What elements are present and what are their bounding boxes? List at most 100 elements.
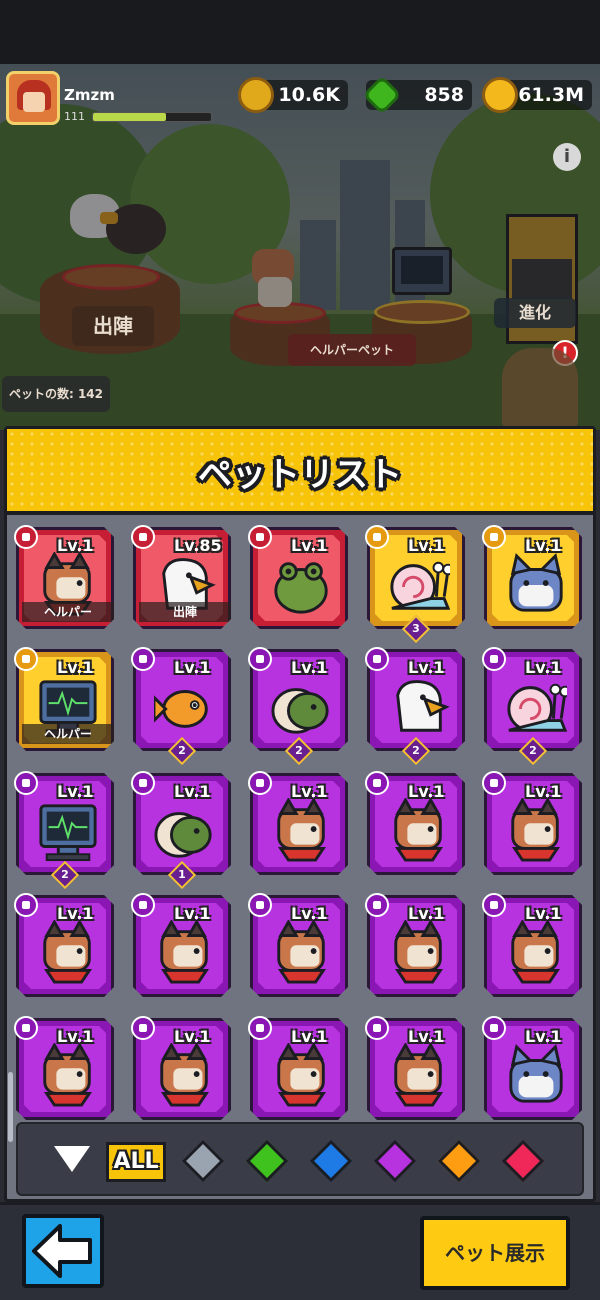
helper-pet-button[interactable]: ヘルパーペット [288,334,416,366]
merchant-character[interactable] [502,348,578,428]
pet-level: Lv.1 [291,658,328,677]
pet-level: Lv.1 [408,536,445,555]
pet-level: Lv.1 [57,658,94,677]
monitor-pet-icon [39,804,97,862]
pet-display-button[interactable]: ペット展示 [420,1216,570,1290]
pet-type-badge-icon [482,525,506,549]
pet-level: Lv.1 [174,1027,211,1046]
pet-status-tag: 出陣 [139,602,231,622]
dog-pet-icon [511,798,561,862]
pet-level: Lv.1 [408,904,445,923]
pet-level: Lv.85 [174,536,222,555]
filter-all-button[interactable]: ALL [106,1142,166,1182]
coin-counter[interactable]: 61.3M [482,77,592,113]
pet-type-badge-icon [14,525,38,549]
filter-green-gem-icon[interactable] [245,1139,289,1183]
back-button[interactable] [22,1214,104,1288]
pet-type-badge-icon [14,1016,38,1040]
dog-pet-icon [394,920,444,984]
arrow-left-icon [32,1224,92,1278]
panel-title: ペットリスト [198,455,402,495]
pet-type-badge-icon [248,893,272,917]
gold-counter[interactable]: 10.6K [238,77,348,113]
pet-level: Lv.1 [57,782,94,801]
pet-type-badge-icon [248,771,272,795]
dog-pet-icon [277,920,327,984]
scrollbar[interactable] [8,1072,13,1142]
pet-star-value: 2 [61,868,69,881]
pet-type-badge-icon [365,647,389,671]
filter-gray-gem-icon[interactable] [181,1139,225,1183]
pet-level: Lv.1 [57,904,94,923]
pet-level: Lv.1 [408,1027,445,1046]
pet-level: Lv.1 [291,536,328,555]
pet-type-badge-icon [14,647,38,671]
pet-type-badge-icon [365,771,389,795]
gem-counter[interactable]: 858 [362,75,472,115]
pet-level: Lv.1 [174,658,211,677]
avatar[interactable] [6,71,60,125]
pet-display-label: ペット展示 [445,1241,545,1265]
dog-pet-icon [511,920,561,984]
pet-level: Lv.1 [408,658,445,677]
eagle-pet-icon [396,680,450,732]
filter-orange-gem-icon[interactable] [437,1139,481,1183]
dog-pet-icon [160,1043,210,1107]
gold-value: 10.6K [278,84,340,106]
pet-level: Lv.1 [291,782,328,801]
pet-status-tag: ヘルパー [22,724,114,744]
filter-red-gem-icon[interactable] [501,1139,545,1183]
pet-type-badge-icon [131,647,155,671]
info-icon[interactable]: i [553,143,581,171]
pet-star-value: 2 [178,744,186,757]
frog-pet-icon [274,562,328,614]
gold-coin-icon [238,77,274,113]
cat-pet-icon [509,553,563,612]
dog-pet-icon [43,1043,93,1107]
pet-status-tag: ヘルパー [22,602,114,622]
pet-level: Lv.1 [174,904,211,923]
pet-type-badge-icon [248,525,272,549]
pet-level: Lv.1 [408,782,445,801]
turtle-pet-icon [271,688,329,734]
pet-type-badge-icon [365,1016,389,1040]
pet-star-value: 2 [529,744,537,757]
pet-level: Lv.1 [57,1027,94,1046]
pet-type-badge-icon [482,893,506,917]
pet-level: Lv.1 [525,658,562,677]
filter-blue-gem-icon[interactable] [309,1139,353,1183]
pet-star-value: 3 [412,622,420,635]
sort-toggle-icon[interactable] [54,1146,90,1172]
dog-pet-icon [160,920,210,984]
green-gem-icon [362,75,402,115]
turtle-pet-icon [154,812,212,858]
pet-level: Lv.1 [525,782,562,801]
dog-pet-icon [394,798,444,862]
dog-pet-icon [43,920,93,984]
pet-type-badge-icon [248,647,272,671]
coin-bag-icon [482,77,518,113]
helper-pet-label: ヘルパーペット [309,343,394,357]
filter-purple-gem-icon[interactable] [373,1139,417,1183]
game-screen: { "player": { "name": "Zmzm", "level": "… [0,0,600,1300]
pet-type-badge-icon [365,893,389,917]
pet-star-value: 1 [178,868,186,881]
filter-all-label: ALL [113,1149,159,1174]
dog-pet-icon [394,1043,444,1107]
evolve-button[interactable]: 進化 [494,298,576,328]
deploy-button[interactable]: 出陣 [72,306,154,346]
pet-type-badge-icon [131,1016,155,1040]
dog-pet-icon [277,798,327,862]
coin-value: 61.3M [518,84,584,106]
pet-level: Lv.1 [525,904,562,923]
pet-type-badge-icon [14,893,38,917]
pet-type-badge-icon [482,647,506,671]
xp-bar [92,112,212,122]
rarity-filter-bar: ALL [16,1122,584,1196]
pet-star-value: 2 [295,744,303,757]
pet-level: Lv.1 [291,904,328,923]
pet-level: Lv.1 [174,782,211,801]
cat-pet-icon [509,1044,563,1103]
pet-type-badge-icon [131,771,155,795]
pet-level: Lv.1 [525,536,562,555]
